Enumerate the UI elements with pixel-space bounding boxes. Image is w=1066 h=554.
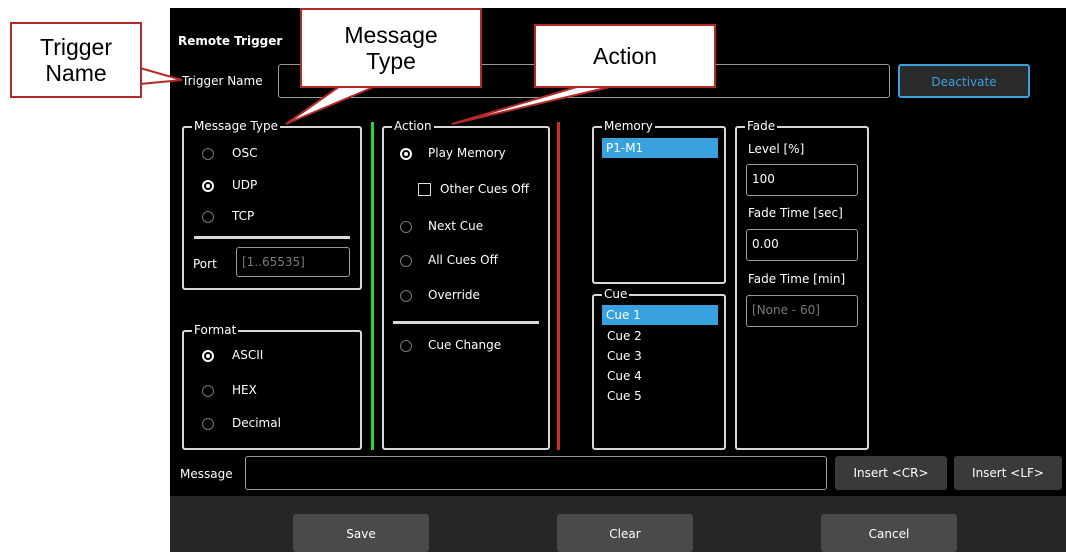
clear-button[interactable]: Clear [557, 514, 693, 552]
message-type-legend: Message Type [192, 119, 280, 133]
deactivate-button[interactable]: Deactivate [898, 64, 1030, 98]
red-divider [557, 122, 560, 450]
radio-ascii[interactable] [202, 350, 214, 362]
message-label: Message [180, 467, 233, 481]
fade-legend: Fade [745, 119, 778, 133]
trigger-name-callout: Trigger Name [10, 22, 142, 98]
cue-item-selected[interactable]: Cue 1 [602, 305, 718, 325]
memory-legend: Memory [602, 119, 655, 133]
radio-hex[interactable] [202, 385, 214, 397]
green-divider [371, 122, 374, 450]
cue-list-item[interactable]: Cue 5 [607, 389, 642, 403]
cue-list-item[interactable]: Cue 4 [607, 369, 642, 383]
cue-legend: Cue [602, 287, 630, 301]
fade-time-min-input[interactable]: [None - 60] [746, 295, 858, 327]
radio-all-cues-off[interactable] [400, 255, 412, 267]
other-cues-off-checkbox[interactable] [418, 183, 431, 196]
radio-next-cue[interactable] [400, 221, 412, 233]
radio-override[interactable] [400, 290, 412, 302]
osc-label[interactable]: OSC [232, 146, 257, 160]
insert-lf-button[interactable]: Insert <LF> [954, 456, 1062, 490]
cancel-button[interactable]: Cancel [821, 514, 957, 552]
trigger-name-callout-text: Trigger Name [40, 34, 112, 86]
play-memory-label[interactable]: Play Memory [428, 146, 506, 160]
tcp-label[interactable]: TCP [232, 209, 254, 223]
hex-label[interactable]: HEX [232, 383, 257, 397]
fade-time-sec-label: Fade Time [sec] [748, 206, 843, 220]
radio-decimal[interactable] [202, 418, 214, 430]
fade-time-sec-input[interactable]: 0.00 [746, 229, 858, 261]
message-type-callout-text: Message Type [344, 22, 438, 74]
message-input[interactable] [245, 456, 827, 490]
port-input[interactable]: [1..65535] [236, 247, 350, 277]
action-legend: Action [392, 119, 434, 133]
radio-udp[interactable] [202, 180, 214, 192]
trigger-name-label: Trigger Name [182, 74, 263, 88]
message-type-callout: Message Type [300, 8, 482, 88]
message-type-divider [194, 236, 350, 239]
save-button[interactable]: Save [293, 514, 429, 552]
radio-cue-change[interactable] [400, 340, 412, 352]
other-cues-off-label[interactable]: Other Cues Off [440, 182, 529, 196]
radio-osc[interactable] [202, 148, 214, 160]
dialog-title: Remote Trigger [178, 34, 283, 48]
next-cue-label[interactable]: Next Cue [428, 219, 483, 233]
action-divider [393, 321, 539, 324]
ascii-label[interactable]: ASCII [232, 348, 263, 362]
fade-time-min-label: Fade Time [min] [748, 272, 846, 286]
cue-change-label[interactable]: Cue Change [428, 338, 501, 352]
level-label: Level [%] [748, 142, 805, 156]
cue-list-item[interactable]: Cue 2 [607, 329, 642, 343]
port-label: Port [193, 257, 217, 271]
radio-tcp[interactable] [202, 211, 214, 223]
action-callout: Action [534, 24, 716, 88]
decimal-label[interactable]: Decimal [232, 416, 281, 430]
udp-label[interactable]: UDP [232, 178, 257, 192]
memory-item-selected[interactable]: P1-M1 [602, 138, 718, 158]
override-label[interactable]: Override [428, 288, 480, 302]
format-legend: Format [192, 323, 239, 337]
action-callout-text: Action [593, 43, 657, 69]
insert-cr-button[interactable]: Insert <CR> [835, 456, 947, 490]
all-cues-off-label[interactable]: All Cues Off [428, 253, 498, 267]
cue-list-item[interactable]: Cue 3 [607, 349, 642, 363]
level-input[interactable]: 100 [746, 164, 858, 196]
radio-play-memory[interactable] [400, 148, 412, 160]
